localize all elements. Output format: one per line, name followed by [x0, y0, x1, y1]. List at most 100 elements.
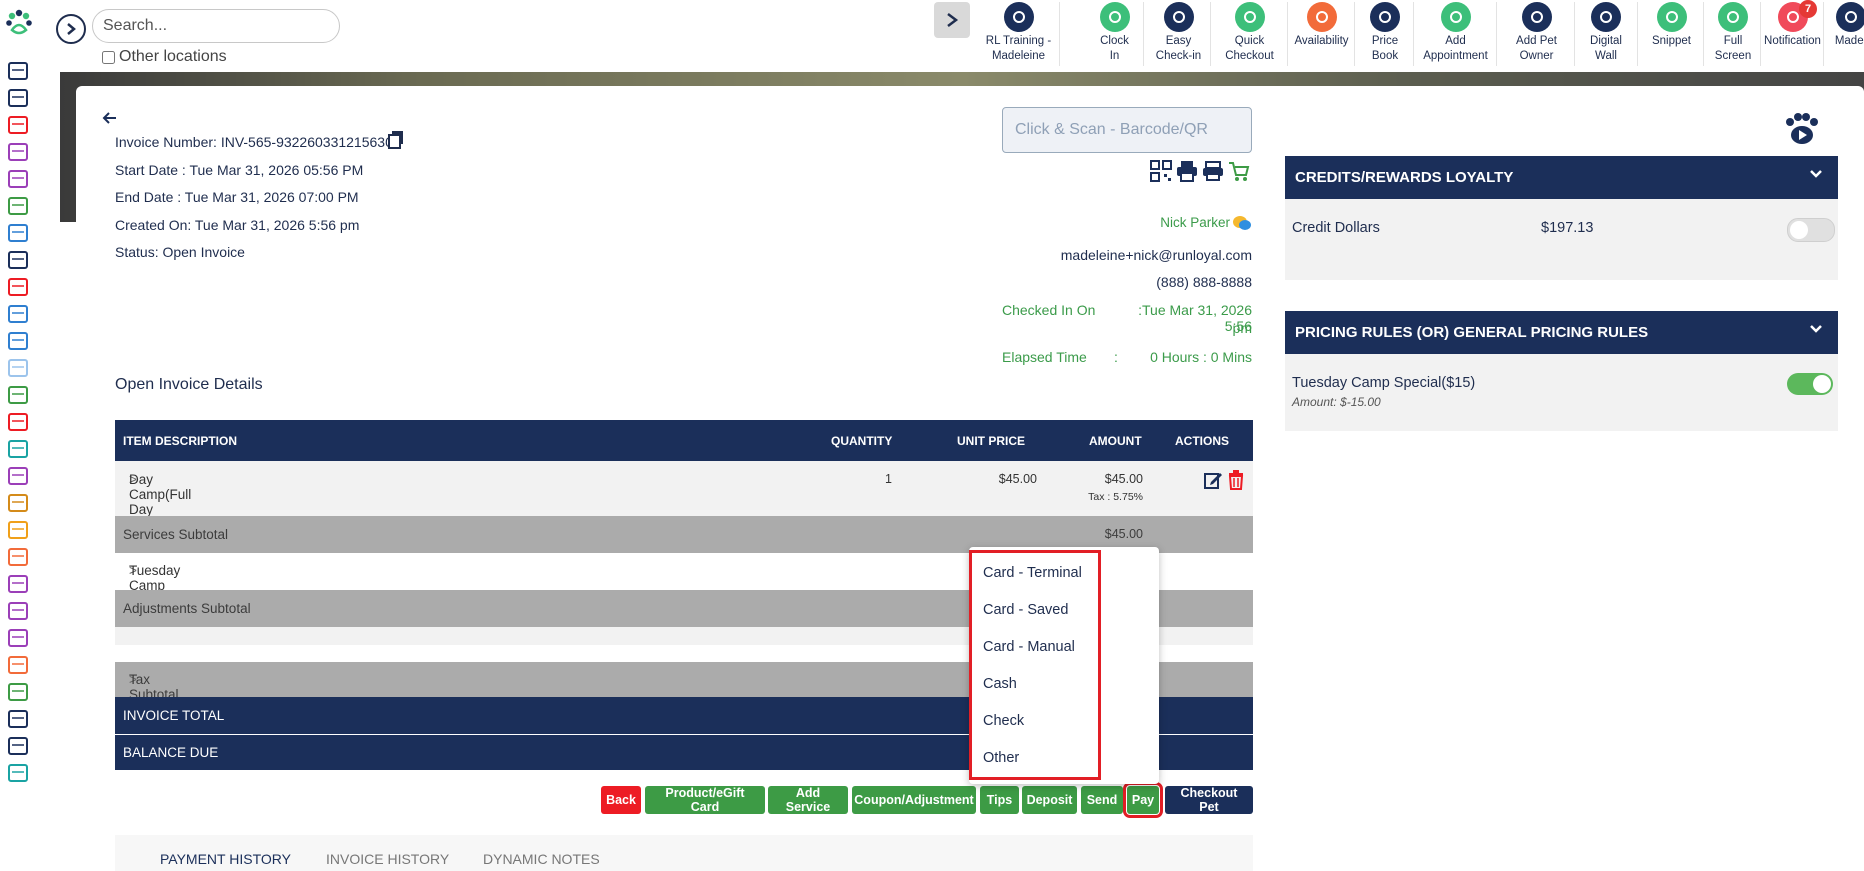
dashboard-icon[interactable] [6, 87, 30, 109]
calendar-tag-icon[interactable] [6, 276, 30, 298]
print-icon[interactable] [1176, 160, 1198, 182]
hash-icon [1656, 2, 1687, 32]
toolbar-user-button[interactable]: Madel [1826, 2, 1864, 66]
copy-icon[interactable] [388, 131, 404, 149]
location-icon[interactable] [6, 222, 30, 244]
menu-highlight-box [969, 550, 1101, 780]
payment-option-other[interactable]: Other [983, 750, 1019, 766]
header-unit-price: UNIT PRICE [957, 434, 1026, 448]
toolbar-book-button[interactable]: Price Book [1357, 2, 1414, 66]
other-locations-checkbox[interactable]: Other locations [102, 48, 227, 66]
pay-button[interactable]: Pay [1123, 782, 1163, 818]
tab-dynamic-notes[interactable]: DYNAMIC NOTES [483, 851, 600, 867]
pricing-rules-panel-header[interactable]: PRICING RULES (OR) GENERAL PRICING RULES [1285, 311, 1838, 354]
toolbar-clock-button[interactable]: Clock In [1086, 2, 1144, 66]
toolbar-bell-button[interactable]: Notification 7 [1762, 0, 1824, 66]
toolbar-user-plus-button[interactable]: Add Pet Owner [1499, 2, 1575, 66]
chevron-down-icon[interactable] [1808, 321, 1824, 337]
chevron-down-icon[interactable] [1808, 166, 1824, 182]
deposit-button[interactable]: Deposit [1022, 786, 1077, 814]
pricing-rule-toggle[interactable] [1787, 373, 1833, 395]
barcode-scan-input[interactable] [1002, 107, 1252, 153]
loyalty-icon[interactable] [6, 519, 30, 541]
paw-logo-icon[interactable] [4, 8, 34, 38]
toolbar-hash-button[interactable]: Snippet [1640, 2, 1704, 66]
customer-name[interactable]: Nick Parker [1120, 215, 1230, 230]
chevron-right-icon [947, 13, 959, 27]
toolbar-label: Full Screen [1714, 35, 1752, 62]
calendar-grid-icon[interactable] [6, 303, 30, 325]
toolbar-expand-button[interactable]: Full Screen [1706, 2, 1761, 66]
payment-option-card-manual[interactable]: Card - Manual [983, 639, 1075, 655]
edit-icon[interactable] [1203, 470, 1223, 493]
today-tag-icon[interactable] [6, 249, 30, 271]
tips-button[interactable]: Tips [980, 786, 1019, 814]
qr-code-icon[interactable] [1150, 160, 1172, 182]
tab-invoice-history[interactable]: INVOICE HISTORY [326, 851, 449, 867]
send-button[interactable]: Send [1081, 786, 1123, 814]
payment-option-cash[interactable]: Cash [983, 676, 1017, 692]
toolbar-label: Easy Check-in [1155, 35, 1202, 62]
table-row-item[interactable]: >Day Camp(Full Day Camp) for Dennis (Lab… [115, 461, 1253, 562]
kennel-icon[interactable] [6, 168, 30, 190]
team-icon[interactable] [6, 735, 30, 757]
tools-lock-icon[interactable] [6, 762, 30, 784]
message-icon[interactable] [6, 573, 30, 595]
invoice-icon[interactable] [6, 411, 30, 433]
expand-sidebar-button[interactable] [56, 14, 86, 44]
report-icon[interactable] [6, 384, 30, 406]
toolbar-label: Notification [1764, 35, 1821, 47]
pet-icon[interactable] [6, 465, 30, 487]
cart-icon[interactable] [6, 438, 30, 460]
paw-icon[interactable] [6, 492, 30, 514]
elapsed-label: Elapsed Time [1002, 349, 1087, 365]
add-service-button[interactable]: Add Service [768, 786, 848, 814]
delete-trash-icon[interactable] [1227, 470, 1245, 493]
cart-paw-icon[interactable] [1228, 160, 1250, 182]
paw-play-icon[interactable] [1782, 112, 1820, 146]
back-button[interactable]: Back [601, 786, 641, 814]
item-tax: Tax : 5.75% [1088, 491, 1143, 503]
payment-option-card-saved[interactable]: Card - Saved [983, 602, 1068, 618]
tab-payment-history[interactable]: PAYMENT HISTORY [160, 851, 291, 867]
balance-due-label: BALANCE DUE [123, 745, 219, 760]
toolbar-location-pin-button[interactable]: RL Training - Madeleine [978, 2, 1060, 66]
chat-bubble-icon[interactable] [1232, 214, 1252, 232]
checklist-icon[interactable] [6, 195, 30, 217]
header-amount: AMOUNT [1089, 434, 1142, 448]
calendar-user-icon[interactable] [6, 330, 30, 352]
search-input[interactable] [92, 9, 340, 43]
receipt-print-icon[interactable] [1202, 160, 1224, 182]
checkout-pet-button[interactable]: Checkout Pet [1165, 786, 1253, 814]
payment-option-card-terminal[interactable]: Card - Terminal [983, 565, 1082, 581]
toolbar-calendar-plus-button[interactable]: Add Appointment [1415, 2, 1497, 66]
toolbar-cart-button[interactable]: Quick Checkout [1212, 2, 1288, 66]
today-icon[interactable] [6, 60, 30, 82]
clock-icon [1099, 2, 1130, 32]
coupon-adjustment-button[interactable]: Coupon/Adjustment [852, 786, 976, 814]
back-arrow-icon[interactable] [100, 108, 120, 128]
layout-icon[interactable] [6, 357, 30, 379]
credits-panel-header[interactable]: CREDITS/REWARDS LOYALTY [1285, 156, 1838, 199]
thumbs-up-icon[interactable] [6, 627, 30, 649]
adjustments-subtotal-label: Adjustments Subtotal [123, 601, 251, 616]
rocket-icon[interactable] [6, 654, 30, 676]
analytics-lock-icon[interactable] [6, 681, 30, 703]
payment-option-check[interactable]: Check [983, 713, 1024, 729]
other-locations-check[interactable] [102, 50, 115, 64]
calendar-icon[interactable] [6, 114, 30, 136]
pricing-rule-name: Tuesday Camp Special($15) [1292, 375, 1476, 391]
credit-dollars-toggle[interactable] [1787, 218, 1835, 242]
cart-icon [1234, 2, 1265, 32]
grooming-icon[interactable] [6, 141, 30, 163]
elapsed-separator: : [1114, 349, 1118, 365]
toolbar-monitor-button[interactable]: Digital Wall [1575, 2, 1638, 66]
checked-in-value-time: pm [1232, 320, 1252, 336]
clock-user-icon[interactable] [6, 708, 30, 730]
toolbar-calendar-button[interactable]: Availability [1289, 2, 1355, 66]
gallery-icon[interactable] [6, 600, 30, 622]
user-icon[interactable] [6, 546, 30, 568]
product-egift-card-button[interactable]: Product/eGift Card [645, 786, 765, 814]
toolbar-toggle-button[interactable] [934, 2, 970, 38]
toolbar-paw-button[interactable]: Easy Check-in [1147, 2, 1211, 66]
